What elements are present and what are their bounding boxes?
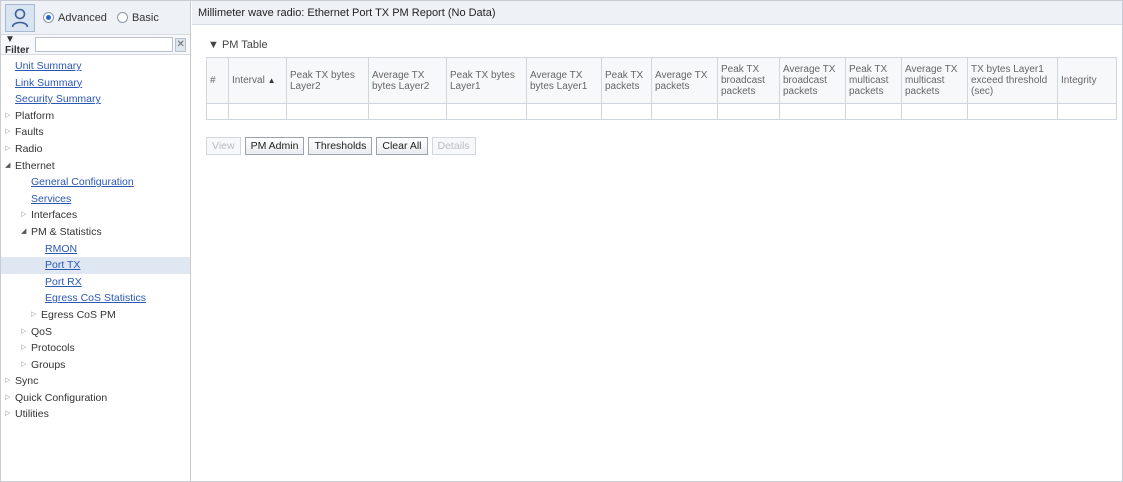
column-header[interactable]: Peak TX packets bbox=[601, 57, 652, 104]
column-header[interactable]: Peak TX bytes Layer1 bbox=[446, 57, 527, 104]
expand-arrow-icon[interactable]: ▷ bbox=[5, 141, 15, 158]
tree-item-general-configuration[interactable]: General Configuration bbox=[1, 174, 190, 191]
pm-table-wrapper: # Interval ▲ Peak TX bytes Layer2 Averag… bbox=[206, 57, 1117, 120]
details-button[interactable]: Details bbox=[431, 137, 476, 155]
sidebar: Advanced Basic ▼ Filter ✕ Unit Summary L… bbox=[1, 1, 191, 481]
action-buttons: View PM Admin Thresholds Clear All Detai… bbox=[206, 137, 1122, 155]
tree-item-platform[interactable]: ▷ Platform bbox=[1, 108, 190, 125]
table-cell bbox=[601, 103, 652, 120]
column-header[interactable]: Average TX bytes Layer1 bbox=[526, 57, 602, 104]
column-header[interactable]: # bbox=[206, 57, 229, 104]
tree-item-groups[interactable]: ▷ Groups bbox=[1, 357, 190, 374]
expand-arrow-icon[interactable]: ▷ bbox=[21, 357, 31, 374]
tree-item-qos[interactable]: ▷ QoS bbox=[1, 324, 190, 341]
table-cell bbox=[845, 103, 902, 120]
filter-input[interactable] bbox=[35, 37, 174, 52]
mode-basic-label: Basic bbox=[131, 11, 159, 24]
pm-table: # Interval ▲ Peak TX bytes Layer2 Averag… bbox=[206, 57, 1117, 120]
column-header[interactable]: Peak TX broadcast packets bbox=[717, 57, 780, 104]
tree-item-services[interactable]: Services bbox=[1, 191, 190, 208]
table-cell bbox=[967, 103, 1058, 120]
tree-item-pm-statistics[interactable]: ◢ PM & Statistics bbox=[1, 224, 190, 241]
sort-ascending-icon: ▲ bbox=[267, 76, 276, 85]
tree-item-sync[interactable]: ▷ Sync bbox=[1, 373, 190, 390]
expand-arrow-icon[interactable]: ▷ bbox=[21, 324, 31, 341]
collapse-arrow-icon[interactable]: ◢ bbox=[5, 158, 15, 175]
table-cell bbox=[526, 103, 602, 120]
tree-item-faults[interactable]: ▷ Faults bbox=[1, 124, 190, 141]
table-cell bbox=[228, 103, 287, 120]
column-header[interactable]: Average TX bytes Layer2 bbox=[368, 57, 447, 104]
tree-item-interfaces[interactable]: ▷ Interfaces bbox=[1, 207, 190, 224]
expand-arrow-icon[interactable]: ▷ bbox=[5, 406, 15, 423]
tree-item-port-tx[interactable]: Port TX bbox=[1, 257, 190, 274]
tree-item-link-summary[interactable]: Link Summary bbox=[1, 75, 190, 92]
tree-item-ethernet[interactable]: ◢ Ethernet bbox=[1, 158, 190, 175]
pm-admin-button[interactable]: PM Admin bbox=[244, 137, 305, 155]
table-header-row: # Interval ▲ Peak TX bytes Layer2 Averag… bbox=[206, 57, 1117, 104]
clear-all-button[interactable]: Clear All bbox=[376, 137, 428, 155]
column-header[interactable]: TX bytes Layer1 exceed threshold (sec) bbox=[967, 57, 1058, 104]
main-panel: Millimeter wave radio: Ethernet Port TX … bbox=[192, 1, 1122, 481]
mode-advanced-label: Advanced bbox=[58, 11, 107, 24]
column-header[interactable]: Average TX multicast packets bbox=[901, 57, 968, 104]
clear-filter-icon[interactable]: ✕ bbox=[175, 37, 186, 52]
tree-item-port-rx[interactable]: Port RX bbox=[1, 274, 190, 291]
sidebar-header: Advanced Basic bbox=[1, 1, 190, 35]
table-cell bbox=[901, 103, 968, 120]
tree-item-unit-summary[interactable]: Unit Summary bbox=[1, 58, 190, 75]
user-icon[interactable] bbox=[5, 3, 35, 32]
expand-arrow-icon[interactable]: ▷ bbox=[5, 124, 15, 141]
app-window: Advanced Basic ▼ Filter ✕ Unit Summary L… bbox=[0, 0, 1123, 482]
column-header[interactable]: Average TX packets bbox=[651, 57, 718, 104]
tree-item-quick-configuration[interactable]: ▷ Quick Configuration bbox=[1, 390, 190, 407]
expand-arrow-icon[interactable]: ▷ bbox=[31, 307, 41, 324]
table-cell bbox=[446, 103, 527, 120]
filter-row: ▼ Filter ✕ bbox=[1, 34, 190, 56]
expand-arrow-icon[interactable]: ▷ bbox=[21, 340, 31, 357]
expand-arrow-icon[interactable]: ▷ bbox=[5, 373, 15, 390]
table-cell bbox=[286, 103, 369, 120]
tree-item-protocols[interactable]: ▷ Protocols bbox=[1, 340, 190, 357]
tree-item-radio[interactable]: ▷ Radio bbox=[1, 141, 190, 158]
column-header-label: Interval bbox=[232, 75, 265, 86]
table-row-empty bbox=[206, 103, 1117, 120]
table-cell bbox=[717, 103, 780, 120]
tree-item-utilities[interactable]: ▷ Utilities bbox=[1, 406, 190, 423]
filter-toggle[interactable]: ▼ Filter bbox=[5, 34, 35, 56]
column-header-interval[interactable]: Interval ▲ bbox=[228, 57, 287, 104]
navigation-tree: Unit Summary Link Summary Security Summa… bbox=[1, 55, 190, 423]
table-cell bbox=[1057, 103, 1117, 120]
page-title: Millimeter wave radio: Ethernet Port TX … bbox=[192, 1, 1122, 25]
expand-arrow-icon[interactable]: ▷ bbox=[5, 390, 15, 407]
view-button[interactable]: View bbox=[206, 137, 241, 155]
column-header[interactable]: Average TX broadcast packets bbox=[779, 57, 846, 104]
expand-arrow-icon[interactable]: ▷ bbox=[21, 207, 31, 224]
mode-basic-radio[interactable]: Basic bbox=[116, 11, 159, 24]
mode-advanced-radio[interactable]: Advanced bbox=[43, 12, 107, 24]
pm-table-section-toggle[interactable]: ▼ PM Table bbox=[208, 37, 268, 53]
table-cell bbox=[651, 103, 718, 120]
column-header[interactable]: Integrity bbox=[1057, 57, 1117, 104]
tree-item-security-summary[interactable]: Security Summary bbox=[1, 91, 190, 108]
table-cell bbox=[206, 103, 229, 120]
radio-unselected-icon bbox=[116, 12, 128, 23]
thresholds-button[interactable]: Thresholds bbox=[308, 137, 373, 155]
tree-item-rmon[interactable]: RMON bbox=[1, 241, 190, 258]
table-cell bbox=[779, 103, 846, 120]
collapse-arrow-icon[interactable]: ◢ bbox=[21, 224, 31, 241]
column-header[interactable]: Peak TX bytes Layer2 bbox=[286, 57, 369, 104]
expand-arrow-icon[interactable]: ▷ bbox=[5, 108, 15, 125]
column-header[interactable]: Peak TX multicast packets bbox=[845, 57, 902, 104]
table-cell bbox=[368, 103, 447, 120]
tree-item-egress-cos-statistics[interactable]: Egress CoS Statistics bbox=[1, 290, 190, 307]
tree-item-egress-cos-pm[interactable]: ▷ Egress CoS PM bbox=[1, 307, 190, 324]
radio-selected-icon bbox=[43, 12, 54, 23]
